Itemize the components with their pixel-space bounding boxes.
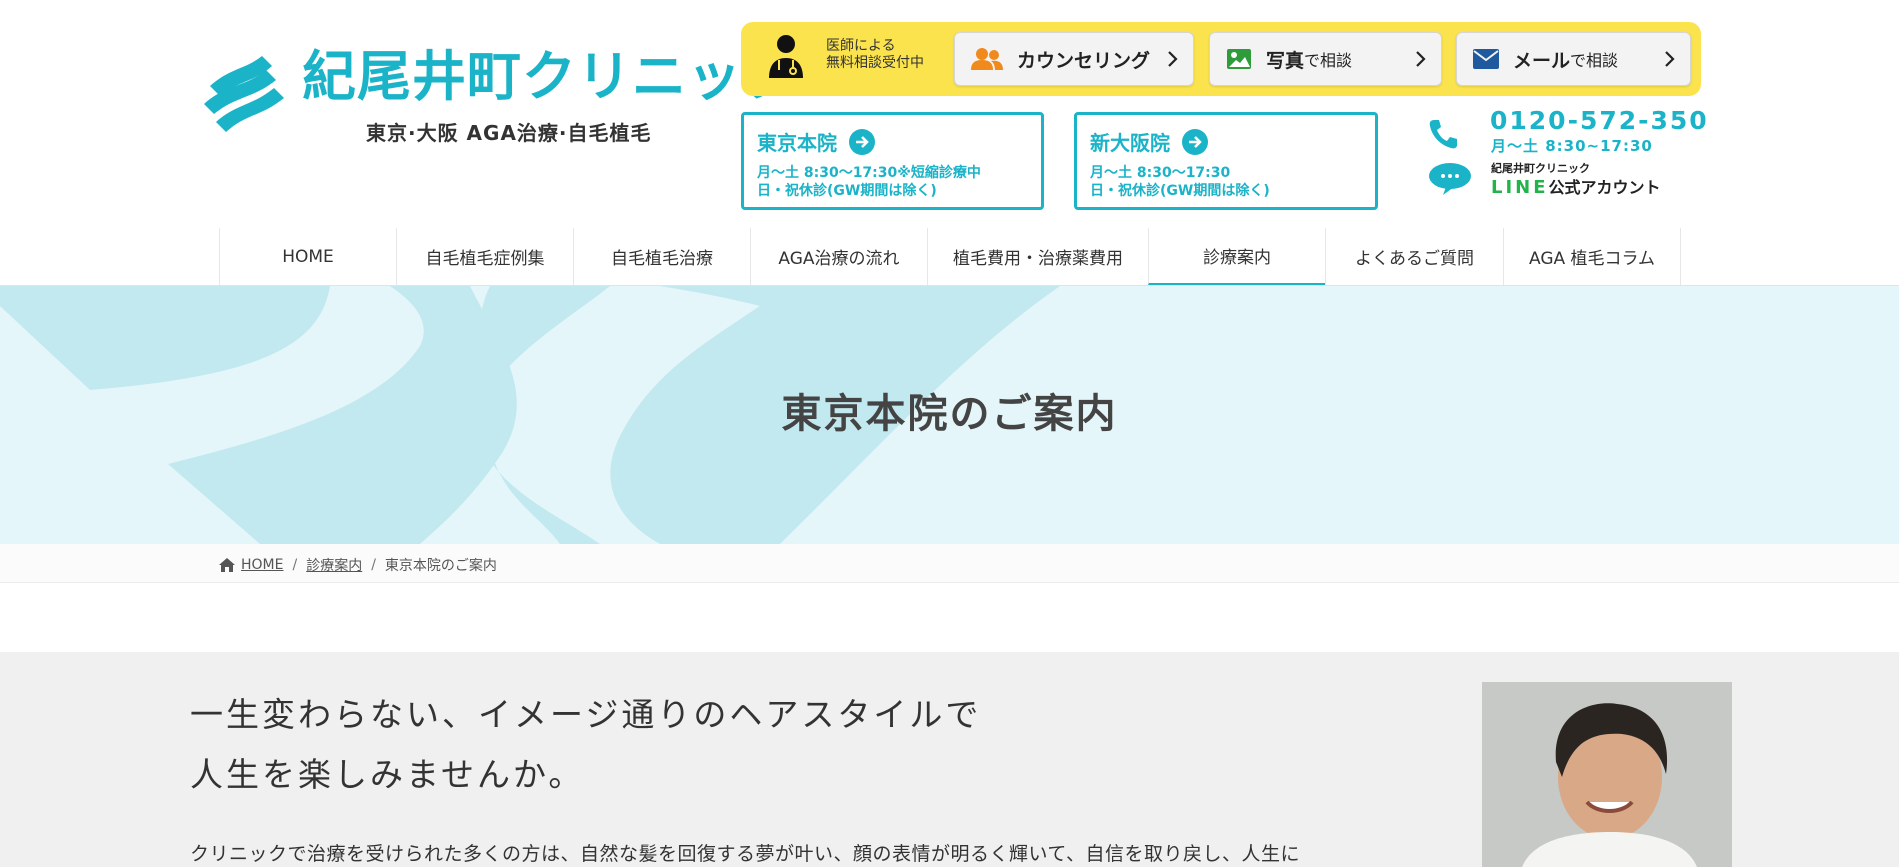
doctor-icon <box>769 35 803 78</box>
consult-note-line2: 無料相談受付中 <box>826 55 924 71</box>
intro-heading: 一生変わらない、イメージ通りのヘアスタイルで 人生を楽しみませんか。 <box>190 685 981 805</box>
clinic-logo-subtitle: 東京·大阪 AGA治療·自毛植毛 <box>366 121 652 145</box>
osaka-hours-line2: 日・祝休診(GW期間は除く) <box>1090 183 1270 199</box>
osaka-clinic-title: 新大阪院 <box>1090 127 1208 156</box>
clinic-logo-name[interactable]: 紀尾井町クリニック <box>302 50 797 104</box>
nav-item-fees[interactable]: 植毛費用・治療薬費用 <box>927 228 1148 285</box>
nav-item-clinic-info[interactable]: 診療案内 <box>1148 228 1325 285</box>
people-icon <box>971 47 1003 71</box>
breadcrumb-home-link[interactable]: HOME <box>241 557 283 573</box>
breadcrumb-parent-link[interactable]: 診療案内 <box>306 555 362 575</box>
consult-note-line1: 医師による <box>826 38 896 54</box>
intro-heading-line1: 一生変わらない、イメージ通りのヘアスタイルで <box>190 695 982 734</box>
nav-item-faq[interactable]: よくあるご質問 <box>1325 228 1503 285</box>
photo-suffix: で相談 <box>1304 51 1353 70</box>
photo-icon <box>1226 48 1252 70</box>
tokyo-hours-line2: 日・祝休診(GW期間は除く) <box>757 183 937 199</box>
intro-heading-line2: 人生を楽しみませんか。 <box>190 755 585 794</box>
free-consult-note: 医師による 無料相談受付中 <box>826 38 924 72</box>
photo-consult-button[interactable]: 写真 で相談 <box>1209 32 1442 86</box>
counseling-button[interactable]: カウンセリング <box>954 32 1194 86</box>
breadcrumb: HOME / 診療案内 / 東京本院のご案内 <box>219 555 497 575</box>
breadcrumb-separator: / <box>371 557 376 573</box>
mail-label: メール <box>1513 49 1571 72</box>
osaka-clinic-name: 新大阪院 <box>1090 131 1170 155</box>
tokyo-clinic-hours: 月〜土 8:30〜17:30※短縮診療中 日・祝休診(GW期間は除く) <box>757 164 981 200</box>
nav-item-home[interactable]: HOME <box>219 228 396 285</box>
mail-icon <box>1473 49 1499 69</box>
doctor-portrait <box>1482 682 1732 867</box>
nav-item-column[interactable]: AGA 植毛コラム <box>1503 228 1681 285</box>
phone-number[interactable]: 0120-572-350 <box>1490 106 1709 135</box>
tokyo-clinic-title: 東京本院 <box>757 127 875 156</box>
main-nav: HOME 自毛植毛症例集 自毛植毛治療 AGA治療の流れ 植毛費用・治療薬費用 … <box>219 228 1681 285</box>
chevron-right-icon <box>1665 51 1675 67</box>
osaka-clinic-hours: 月〜土 8:30〜17:30 日・祝休診(GW期間は除く) <box>1090 164 1270 200</box>
chevron-right-icon <box>1168 51 1178 67</box>
tokyo-clinic-name: 東京本院 <box>757 131 837 155</box>
nav-item-aga-flow[interactable]: AGA治療の流れ <box>750 228 927 285</box>
osaka-clinic-box[interactable]: 新大阪院 月〜土 8:30〜17:30 日・祝休診(GW期間は除く) <box>1074 112 1378 210</box>
arrow-circle-icon <box>849 128 875 155</box>
line-word: LINE <box>1491 177 1549 198</box>
breadcrumb-current: 東京本院のご案内 <box>384 558 497 574</box>
line-chat-icon[interactable] <box>1428 162 1472 196</box>
chevron-right-icon <box>1416 51 1426 67</box>
intro-body-text: クリニックで治療を受けられた多くの方は、自然な髪を回復する夢が叶い、顔の表情が明… <box>190 843 1300 865</box>
breadcrumb-separator: / <box>292 557 298 573</box>
line-official-account[interactable]: LINE公式アカウント <box>1491 174 1661 198</box>
tokyo-hours-line1: 月〜土 8:30〜17:30※短縮診療中 <box>757 165 981 181</box>
photo-label: 写真 <box>1266 49 1305 72</box>
osaka-hours-line1: 月〜土 8:30〜17:30 <box>1090 165 1231 181</box>
tokyo-clinic-box[interactable]: 東京本院 月〜土 8:30〜17:30※短縮診療中 日・祝休診(GW期間は除く) <box>741 112 1044 210</box>
arrow-circle-icon <box>1182 128 1208 155</box>
phone-hours: 月〜土 8:30~17:30 <box>1491 137 1653 155</box>
mail-consult-button[interactable]: メール で相談 <box>1456 32 1691 86</box>
phone-icon[interactable] <box>1428 118 1458 150</box>
clinic-logo-mark[interactable] <box>200 48 292 140</box>
line-rest: 公式アカウント <box>1548 178 1661 197</box>
mail-suffix: で相談 <box>1570 51 1619 70</box>
nav-item-transplant[interactable]: 自毛植毛治療 <box>573 228 750 285</box>
counseling-label: カウンセリング <box>1017 49 1151 72</box>
page-title: 東京本院のご案内 <box>781 391 1118 437</box>
doctor-photo <box>1482 682 1732 867</box>
home-icon <box>219 558 235 572</box>
nav-item-cases[interactable]: 自毛植毛症例集 <box>396 228 573 285</box>
